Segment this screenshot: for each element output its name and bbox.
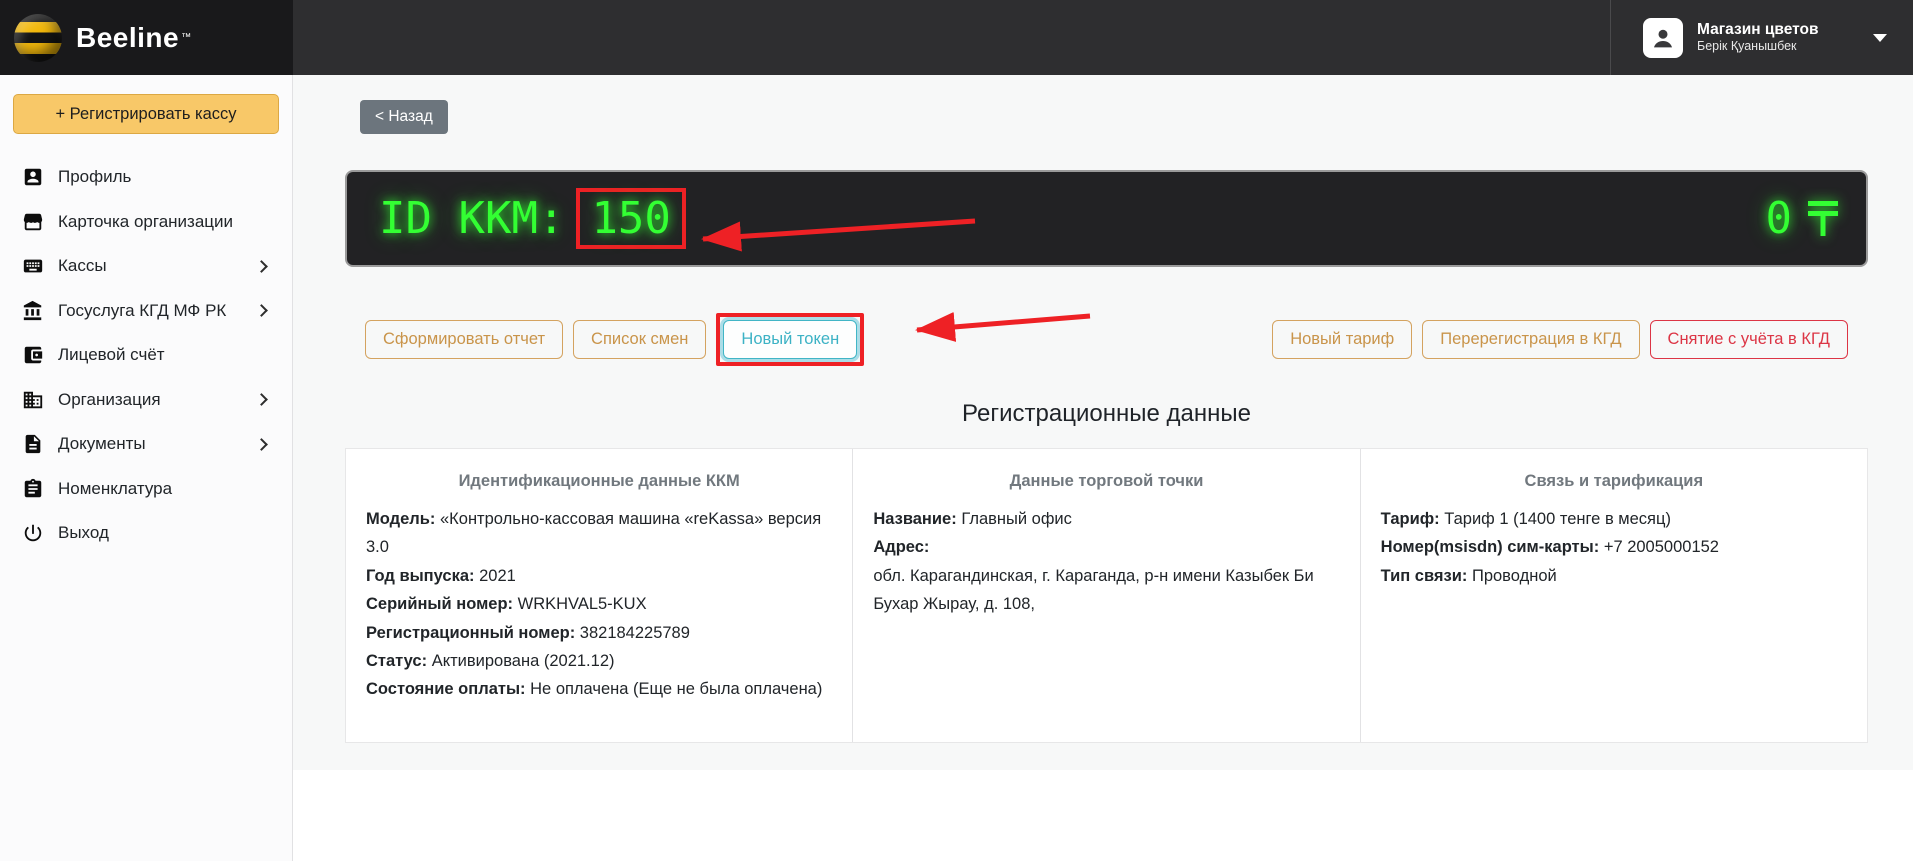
panel-connection-tariff: Связь и тарификация Тариф: Тариф 1 (1400… [1359, 449, 1867, 742]
sidebar-item-kassy[interactable]: Кассы [0, 244, 292, 289]
panel-kkm-identification: Идентификационные данные ККМ Модель: «Ко… [346, 449, 852, 742]
sidebar: + Регистрировать кассу Профиль Карточка … [0, 75, 293, 861]
new-tariff-button[interactable]: Новый тариф [1272, 320, 1413, 359]
data-row: Адрес: [873, 538, 930, 557]
profile-badge-icon [22, 166, 44, 188]
annotation-box-kkm-id: 150 [576, 188, 686, 249]
header-right: Магазин цветов Берік Қуанышбек [1610, 0, 1913, 75]
chevron-right-icon [255, 304, 268, 318]
data-row: обл. Карагандинская, г. Караганда, р-н и… [873, 566, 1314, 585]
header: Beeline ™ Магазин цветов Берік Қуанышбек [0, 0, 1913, 75]
sidebar-item-org-card[interactable]: Карточка организации [0, 200, 292, 245]
user-store-name: Магазин цветов [1697, 21, 1819, 38]
data-row: Название: Главный офис [873, 510, 1072, 528]
power-icon [22, 522, 44, 544]
sidebar-nav: Профиль Карточка организации Кассы Госус… [0, 155, 292, 556]
back-button[interactable]: < Назад [360, 100, 448, 134]
brand-trademark: ™ [181, 32, 192, 43]
generate-report-button[interactable]: Сформировать отчет [365, 320, 564, 359]
data-row: Номер(msisdn) сим-карты: +7 2005000152 [1380, 538, 1719, 557]
data-row: Год выпуска: 2021 [366, 566, 516, 585]
brand-name: Beeline [76, 21, 180, 53]
clipboard-icon [22, 478, 44, 500]
brand-logo[interactable]: Beeline ™ [0, 0, 293, 75]
actions-row: Сформировать отчет Список смен Новый ток… [345, 313, 1868, 366]
building-icon [22, 389, 44, 411]
user-avatar-icon [1643, 17, 1683, 58]
data-row: Состояние оплаты: Не оплачена (Еще не бы… [366, 680, 823, 699]
panel-trade-point: Данные торговой точки Название: Главный … [852, 449, 1359, 742]
registration-data-panel: Идентификационные данные ККМ Модель: «Ко… [345, 448, 1868, 743]
sidebar-item-account[interactable]: Лицевой счёт [0, 333, 292, 378]
chevron-down-icon [1873, 33, 1887, 42]
data-row: Серийный номер: WRKHVAL5-KUX [366, 595, 647, 614]
kkm-balance: 0 [1765, 193, 1838, 244]
new-token-button[interactable]: Новый токен [723, 320, 858, 359]
keyboard-icon [22, 255, 44, 277]
sidebar-item-profile[interactable]: Профиль [0, 155, 292, 200]
sidebar-item-gov-service[interactable]: Госуслуга КГД МФ РК [0, 289, 292, 334]
wallet-icon [22, 344, 44, 366]
section-title: Регистрационные данные [962, 400, 1251, 427]
user-texts: Магазин цветов Берік Қуанышбек [1697, 20, 1819, 55]
kkm-id-label: ID KKM: [379, 193, 565, 244]
user-person-name: Берік Қуанышбек [1697, 39, 1797, 54]
actions-right-group: Новый тариф Перерегистрация в КГД Снятие… [1272, 320, 1848, 359]
reregistration-button[interactable]: Перерегистрация в КГД [1422, 320, 1640, 359]
sidebar-item-documents[interactable]: Документы [0, 422, 292, 467]
register-kassa-button[interactable]: + Регистрировать кассу [13, 94, 279, 134]
annotation-box-new-token: Новый токен [716, 313, 865, 366]
panel-title: Связь и тарификация [1524, 472, 1704, 490]
storefront-icon [22, 211, 44, 233]
bank-icon [22, 300, 44, 322]
sidebar-item-organization[interactable]: Организация [0, 378, 292, 423]
chevron-right-icon [255, 437, 268, 451]
beeline-sphere-icon [14, 13, 62, 62]
data-row: Тариф: Тариф 1 (1400 тенге в месяц) [1380, 510, 1671, 528]
actions-left-group: Сформировать отчет Список смен Новый ток… [365, 313, 865, 366]
deregistration-button[interactable]: Снятие с учёта в КГД [1649, 320, 1848, 359]
kkm-display-panel: ID KKM: 150 0 [345, 170, 1868, 267]
kkm-id: ID KKM: 150 [379, 188, 686, 249]
data-row: Бухар Жырау, д. 108, [873, 595, 1035, 614]
panel-title: Данные торговой точки [1009, 472, 1204, 490]
sidebar-item-nomenclature[interactable]: Номенклатура [0, 467, 292, 512]
shift-list-button[interactable]: Список смен [573, 320, 707, 359]
balance-value: 0 [1765, 193, 1793, 244]
data-row: Тип связи: Проводной [1380, 566, 1557, 585]
data-row: Регистрационный номер: 382184225789 [366, 623, 690, 642]
data-row: Модель: «Контрольно-кассовая машина «reK… [366, 510, 822, 557]
data-row: Статус: Активирована (2021.12) [366, 651, 615, 670]
user-menu[interactable]: Магазин цветов Берік Қуанышбек [1611, 17, 1913, 58]
chevron-right-icon [255, 259, 268, 273]
tenge-currency-icon [1808, 201, 1838, 236]
main-content: < Назад ID KKM: 150 0 Сформировать отчет… [293, 75, 1913, 861]
document-icon [22, 433, 44, 455]
panel-title: Идентификационные данные ККМ [458, 472, 740, 490]
sidebar-item-logout[interactable]: Выход [0, 511, 292, 556]
chevron-right-icon [255, 393, 268, 407]
